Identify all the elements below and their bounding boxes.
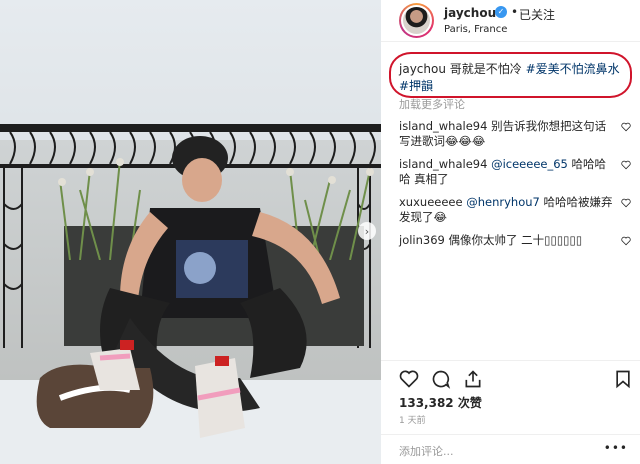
bookmark-icon[interactable] [613, 369, 633, 389]
caption-username[interactable]: jaychou [399, 62, 446, 76]
follow-button[interactable]: 已关注 [519, 6, 555, 23]
post-timestamp[interactable]: 1 天前 [399, 413, 426, 426]
comment-item: jolin369 偶像你太帅了 二十▯▯▯▯▯▯ [399, 233, 631, 248]
post-header: jaychou ✓ • 已关注 Paris, France [381, 0, 640, 42]
photo-sky [0, 0, 381, 140]
comment-list: island_whale94 别告诉我你想把这句话写进歌词😂😂😂 island_… [399, 119, 631, 256]
comment-input[interactable]: 添加评论... [399, 443, 454, 459]
comment-username[interactable]: jolin369 [399, 233, 445, 247]
separator-dot: • [511, 5, 519, 19]
hashtag[interactable]: #押韻 [399, 79, 433, 93]
heart-icon[interactable] [621, 160, 631, 170]
location-link[interactable]: Paris, France [444, 24, 507, 35]
comment-icon[interactable] [431, 369, 451, 389]
verified-badge-icon: ✓ [495, 6, 507, 18]
person-sitting [36, 136, 340, 438]
share-icon[interactable] [463, 369, 483, 389]
avatar[interactable] [399, 3, 434, 38]
comment-mention[interactable]: @henryhou7 [466, 195, 540, 209]
comment-text: 偶像你太帅了 二十▯▯▯▯▯▯ [448, 233, 583, 247]
caption-text: 哥就是不怕冷 [449, 62, 522, 76]
comment-item: island_whale94 别告诉我你想把这句话写进歌词😂😂😂 [399, 119, 631, 149]
post-sidebar: jaychou ✓ • 已关注 Paris, France jaychou 哥就… [381, 0, 640, 464]
comment-item: island_whale94 @iceeeee_65 哈哈哈哈 真相了 [399, 157, 631, 187]
comment-username[interactable]: xuxueeeee [399, 195, 463, 209]
heart-icon[interactable] [399, 369, 419, 389]
add-comment-bar: 添加评论... ••• [381, 434, 640, 464]
username[interactable]: jaychou [444, 6, 496, 20]
hashtag[interactable]: #爱美不怕流鼻水 [526, 62, 620, 76]
heart-icon[interactable] [621, 236, 631, 246]
comment-mention[interactable]: @iceeeee_65 [491, 157, 568, 171]
more-options-icon[interactable]: ••• [604, 441, 628, 455]
post-photo[interactable]: › [0, 0, 381, 464]
chevron-right-icon[interactable]: › [358, 222, 376, 240]
comment-item: xuxueeeee @henryhou7 哈哈哈被嫌弃发现了😂 [399, 195, 631, 225]
post-caption: jaychou 哥就是不怕冷 #爱美不怕流鼻水 #押韻 [399, 61, 631, 95]
comment-username[interactable]: island_whale94 [399, 157, 487, 171]
heart-icon[interactable] [621, 122, 631, 132]
action-bar [381, 360, 640, 394]
comment-username[interactable]: island_whale94 [399, 119, 487, 133]
like-count[interactable]: 133,382 次赞 [399, 394, 482, 411]
load-more-comments[interactable]: 加载更多评论 [399, 96, 465, 112]
heart-icon[interactable] [621, 198, 631, 208]
